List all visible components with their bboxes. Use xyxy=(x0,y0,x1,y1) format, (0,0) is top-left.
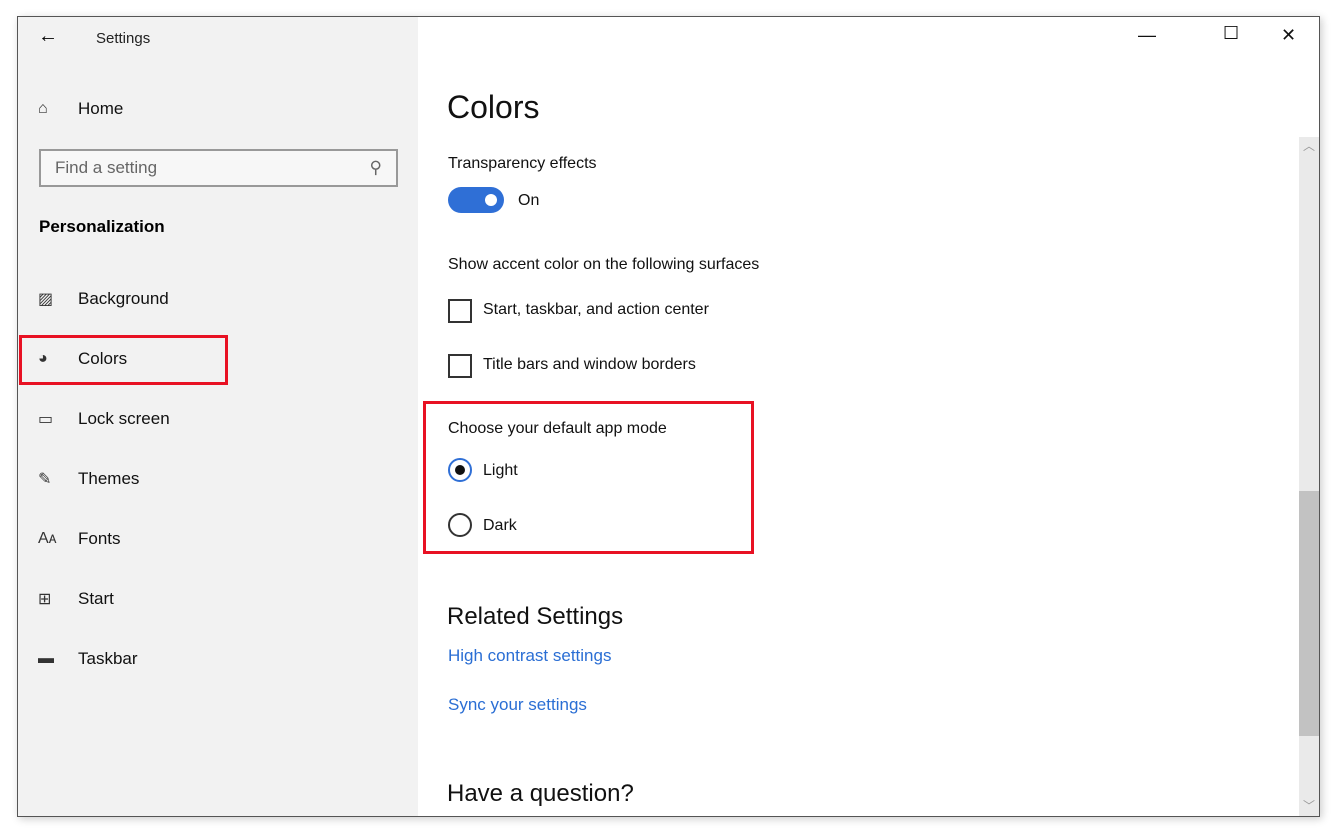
question-heading: Have a question? xyxy=(447,780,634,807)
item-label: Background xyxy=(78,289,169,308)
toggle-state: On xyxy=(518,192,540,209)
sidebar-item-home[interactable]: ⌂ Home xyxy=(38,97,123,121)
related-settings-heading: Related Settings xyxy=(447,603,624,630)
search-placeholder: Find a setting xyxy=(55,158,158,177)
sidebar: ← Settings ⌂ Home Find a setting ⚲ Persona… xyxy=(18,17,418,816)
search-input[interactable]: Find a setting ⚲ xyxy=(39,149,398,187)
back-arrow-icon[interactable]: ← xyxy=(38,25,58,48)
search-icon: ⚲ xyxy=(369,158,382,177)
item-label: Taskbar xyxy=(78,649,138,668)
radio-label: Light xyxy=(483,462,518,479)
sidebar-item-start[interactable]: ⊞ Start xyxy=(38,587,114,611)
lock-screen-icon: ▭ xyxy=(38,411,54,428)
item-label: Lock screen xyxy=(78,409,170,428)
transparency-toggle[interactable] xyxy=(448,187,504,213)
scroll-down-icon[interactable]: ﹀ xyxy=(1303,797,1315,814)
radio-label: Dark xyxy=(483,517,517,534)
settings-window: ← Settings ⌂ Home Find a setting ⚲ Persona… xyxy=(17,16,1320,817)
start-icon: ⊞ xyxy=(38,591,52,608)
taskbar-icon: ▬ xyxy=(38,650,54,667)
highlight-box-colors xyxy=(19,335,228,385)
themes-icon: ✎ xyxy=(38,471,52,488)
radio-dark[interactable] xyxy=(448,513,472,537)
sidebar-item-fonts[interactable]: Aᴀ Fonts xyxy=(38,527,121,551)
sync-settings-link[interactable]: Sync your settings xyxy=(448,695,587,715)
main-content: Colors Transparency effects On Show acce… xyxy=(418,17,1299,816)
window-title: Settings xyxy=(96,30,151,47)
high-contrast-link[interactable]: High contrast settings xyxy=(448,646,611,666)
checkbox-label: Start, taskbar, and action center xyxy=(483,301,709,318)
transparency-label: Transparency effects xyxy=(448,155,597,172)
sidebar-item-taskbar[interactable]: ▬ Taskbar xyxy=(38,647,138,671)
app-mode-label: Choose your default app mode xyxy=(448,420,667,437)
scrollbar-thumb[interactable] xyxy=(1299,491,1319,736)
checkbox-label: Title bars and window borders xyxy=(483,356,696,373)
home-icon: ⌂ xyxy=(38,100,48,117)
item-label: Themes xyxy=(78,469,140,488)
page-title: Colors xyxy=(447,89,540,125)
fonts-icon: Aᴀ xyxy=(38,530,57,547)
image-icon: ▨ xyxy=(38,291,54,308)
home-label: Home xyxy=(78,99,124,118)
section-heading: Personalization xyxy=(39,217,165,236)
sidebar-item-lock-screen[interactable]: ▭ Lock screen xyxy=(38,407,170,431)
checkbox-start-taskbar[interactable] xyxy=(448,299,472,323)
checkbox-title-bars[interactable] xyxy=(448,354,472,378)
sidebar-item-themes[interactable]: ✎ Themes xyxy=(38,467,139,491)
item-label: Start xyxy=(78,589,114,608)
radio-light[interactable] xyxy=(448,458,472,482)
scroll-up-icon[interactable]: ︿ xyxy=(1303,137,1315,154)
sidebar-item-background[interactable]: ▨ Background xyxy=(38,287,169,311)
accent-label: Show accent color on the following surfa… xyxy=(448,256,760,273)
item-label: Fonts xyxy=(78,529,121,548)
